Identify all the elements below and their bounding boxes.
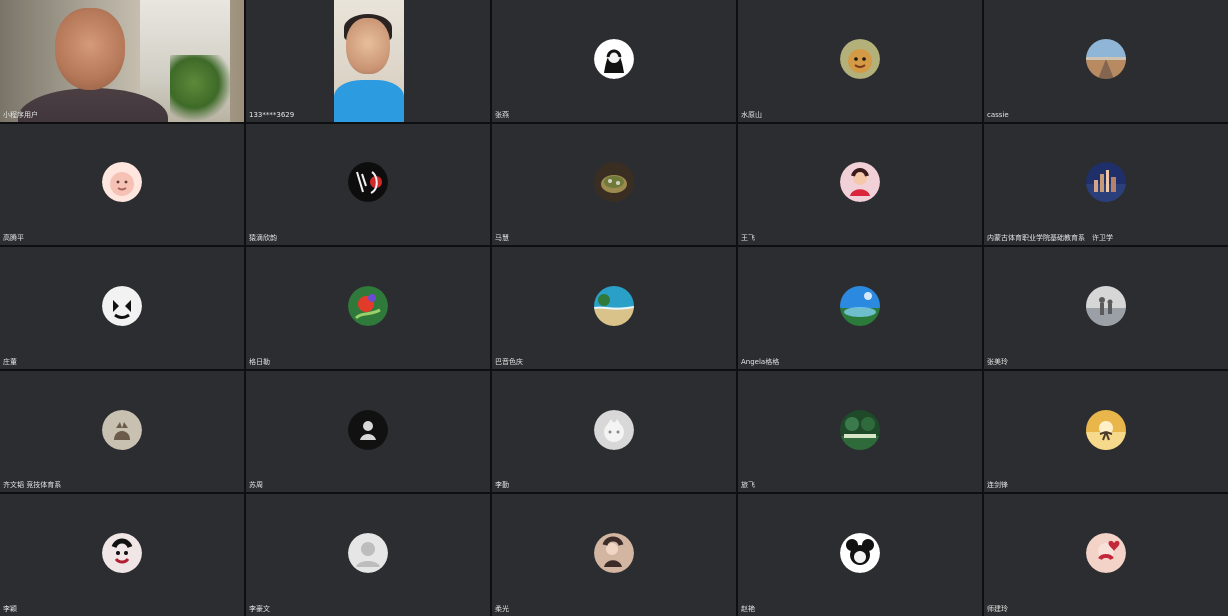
opera-face-avatar-icon [102,533,142,574]
participant-name: 水原山 [741,110,762,119]
participant-name: 李勤 [495,481,509,490]
garden-avatar-icon [840,409,880,450]
participant-name: 苏周 [249,481,263,490]
participant-name: 旅飞 [741,481,755,490]
participant-tile[interactable]: 内蒙古体育职业学院基础教育系 许卫学 [984,123,1228,246]
participant-tile[interactable]: 赵艳 [738,494,982,616]
participant-name: 小程序用户 [3,110,38,119]
participant-tile[interactable]: 苏周 [246,370,490,493]
cat-avatar-icon [102,409,142,450]
girl-red-avatar-icon [840,162,880,203]
participant-tile[interactable]: 李勤 [492,370,736,493]
participant-tile[interactable]: 王飞 [738,123,982,246]
beach-avatar-icon [594,285,634,326]
participant-name: 张燕 [495,110,509,119]
white-cat-avatar-icon [594,409,634,450]
heart-kiss-avatar-icon [1086,533,1126,574]
participant-name: 张美玲 [987,357,1008,366]
participant-tile[interactable]: 齐文韬 竞技体育系 [0,370,244,493]
participant-name: 巴音色庆 [495,357,523,366]
participant-tile[interactable]: 旅飞 [738,370,982,493]
participant-tile[interactable]: cassie [984,0,1228,122]
participant-tile[interactable]: 李豪文 [246,494,490,616]
girl-soft-avatar-icon [594,533,634,574]
participant-name: 王飞 [741,234,755,243]
participant-tile[interactable]: 张美玲 [984,247,1228,369]
participant-tile[interactable]: 师建玲 [984,494,1228,616]
participant-name: 连剑锋 [987,481,1008,490]
participant-name: 格日勒 [249,357,270,366]
participant-name: 柔光 [495,604,509,613]
participant-video [334,0,404,122]
participant-name: 庄董 [3,357,17,366]
participant-tile[interactable]: 庄董 [0,247,244,369]
participant-tile[interactable]: 小程序用户 [0,0,244,122]
food-bowl-avatar-icon [594,162,634,203]
participant-name: 李颖 [3,604,17,613]
participants-grid: 小程序用户 133****3629 张燕 水原山 cassie 高腾平 猿滴欣韵… [0,0,1228,616]
participant-tile[interactable]: 猿滴欣韵 [246,123,490,246]
sunset-avatar-icon [1086,409,1126,450]
participant-tile[interactable]: 133****3629 [246,0,490,122]
blue-sky-avatar-icon [840,285,880,326]
marshmello-avatar-icon [102,285,142,326]
people-walking-avatar-icon [1086,285,1126,326]
red-flower-avatar-icon [348,285,388,326]
participant-tile[interactable]: 巴音色庆 [492,247,736,369]
participant-name: 高腾平 [3,234,24,243]
participant-name: 赵艳 [741,604,755,613]
participant-name: 内蒙古体育职业学院基础教育系 许卫学 [987,234,1113,243]
participant-name: 猿滴欣韵 [249,234,277,243]
tiger-toy-avatar-icon [840,38,880,79]
participant-name: 师建玲 [987,604,1008,613]
participant-tile[interactable]: 张燕 [492,0,736,122]
participant-name: Angela格格 [741,357,780,366]
participant-name: 齐文韬 竞技体育系 [3,481,62,490]
participant-name: 133****3629 [249,110,295,119]
road-landscape-avatar-icon [1086,38,1126,79]
cartoon-face-avatar-icon [102,162,142,203]
woman-portrait-avatar-icon [594,38,634,79]
participant-name: cassie [987,110,1009,119]
participant-tile[interactable]: 水原山 [738,0,982,122]
participant-tile[interactable]: 李颖 [0,494,244,616]
participant-tile[interactable]: 格日勒 [246,247,490,369]
calligraphy-art-avatar-icon [348,162,388,203]
participant-video [0,0,244,122]
participant-tile[interactable]: 马慧 [492,123,736,246]
participant-tile[interactable]: 高腾平 [0,123,244,246]
participant-tile[interactable]: 柔光 [492,494,736,616]
participant-name: 马慧 [495,234,509,243]
mickey-avatar-icon [840,533,880,574]
participant-tile[interactable]: 连剑锋 [984,370,1228,493]
participant-name: 李豪文 [249,604,270,613]
figure-dark-avatar-icon [348,409,388,450]
city-skyline-avatar-icon [1086,162,1126,203]
default-user-avatar-icon [348,533,388,574]
participant-tile[interactable]: Angela格格 [738,247,982,369]
